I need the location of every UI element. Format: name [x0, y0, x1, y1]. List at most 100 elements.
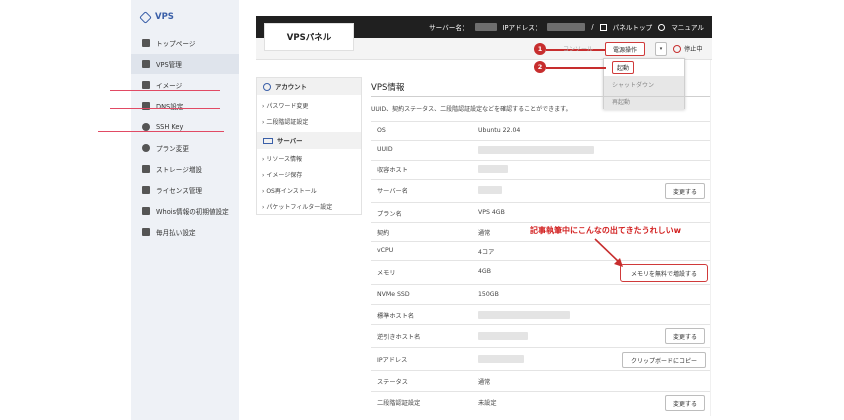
reverse-host-redacted [478, 332, 528, 340]
manual-link[interactable]: マニュアル [671, 22, 704, 32]
ip-label: IPアドレス： [502, 24, 542, 32]
row-divider [371, 324, 710, 325]
server-section-title: サーバー [277, 137, 303, 145]
sidebar-item-sshkey[interactable]: SSH Key [131, 117, 239, 137]
row-label: OS [377, 127, 386, 134]
row-value: 通常 [478, 379, 491, 386]
link-label: OS再インストール [266, 188, 317, 195]
row-label: ステータス [377, 379, 408, 386]
menu-item-start[interactable]: 起動 [604, 59, 684, 76]
row-divider [371, 202, 710, 203]
link-label: パケットフィルター設定 [266, 204, 333, 211]
server-icon [263, 137, 273, 144]
brand[interactable]: VPS [139, 10, 174, 24]
power-dropdown-toggle[interactable]: ▾ [655, 42, 667, 56]
refresh-icon [142, 144, 150, 152]
account-section-title: アカウント [275, 83, 307, 91]
console-label: コンソール [563, 46, 594, 53]
annotation-arrow [546, 67, 606, 69]
sidebar-item-plan[interactable]: プラン変更 [131, 138, 239, 158]
step-badge-label: 1 [537, 45, 543, 53]
row-label: メモリ [377, 270, 396, 277]
change-two-factor-button[interactable]: 変更する [665, 395, 705, 411]
row-label: 契約 [377, 230, 390, 237]
row-divider [371, 391, 710, 392]
annotation-arrow [594, 238, 623, 267]
sidebar-item-vps[interactable]: VPS管理 [131, 54, 239, 74]
server-name-redacted [478, 186, 502, 194]
button-label: 変更する [672, 188, 697, 196]
row-divider [371, 347, 710, 348]
change-reverse-host-button[interactable]: 変更する [665, 328, 705, 344]
sidebar-item-image[interactable]: イメージ [131, 75, 239, 95]
row-label: 逆引きホスト名 [377, 334, 421, 341]
sidebar-item-label: DNS設定 [156, 103, 184, 111]
chevron-down-icon: ▾ [659, 46, 663, 52]
home-icon [142, 39, 150, 47]
power-menu: 起動 シャットダウン 再起動 [603, 58, 685, 110]
button-label: クリップボードにコピー [630, 357, 697, 365]
server-name-redacted [474, 23, 497, 31]
sidebar-item-storage[interactable]: ストレージ増設 [131, 159, 239, 179]
sidebar-item-top[interactable]: トップページ [131, 33, 239, 53]
server-section-header: サーバー [257, 132, 361, 149]
row-divider [371, 370, 710, 371]
sidebar-item-license[interactable]: ライセンス管理 [131, 180, 239, 200]
header-separator: / [591, 23, 594, 31]
copy-to-clipboard-button[interactable]: クリップボードにコピー [622, 352, 706, 368]
image-save-link[interactable]: › イメージ保存 [262, 170, 302, 179]
link-label: イメージ保存 [266, 172, 303, 179]
row-divider [371, 179, 710, 180]
panel-logo-label: VPSパネル [286, 33, 332, 43]
highlight-line [110, 90, 220, 91]
row-value: 150GB [478, 291, 499, 298]
menu-item-label: シャットダウン [612, 82, 655, 89]
step-badge-2: 2 [534, 61, 546, 73]
windows-icon [142, 186, 150, 194]
sidebar-item-label: 毎月払い設定 [156, 229, 196, 237]
row-label: 標準ホスト名 [377, 313, 415, 320]
help-icon [658, 23, 666, 31]
server-status: 停止中 [673, 44, 703, 53]
sidebar-item-label: トップページ [156, 40, 196, 48]
power-icon [673, 44, 681, 53]
row-label: IPアドレス [377, 357, 408, 364]
link-label: リソース情報 [266, 156, 303, 163]
layers-icon [142, 81, 150, 89]
change-server-name-button[interactable]: 変更する [665, 183, 705, 199]
sidebar-item-dns[interactable]: DNS設定 [131, 96, 239, 116]
sidebar-item-label: Whois情報の初期値設定 [156, 208, 229, 216]
free-memory-upgrade-button[interactable]: メモリを無料で増設する [620, 264, 708, 282]
sidebar-item-label: ライセンス管理 [156, 187, 203, 195]
row-label: 二段階認証設定 [377, 400, 421, 407]
power-operation-label: 電源操作 [612, 46, 637, 54]
row-value: 4GB [478, 268, 491, 275]
row-divider [371, 222, 710, 223]
row-value: 通常 [478, 230, 491, 237]
row-divider [371, 121, 710, 122]
packet-filter-link[interactable]: › パケットフィルター設定 [262, 202, 332, 211]
resource-info-link[interactable]: › リソース情報 [262, 154, 302, 163]
ip-address-redacted [478, 355, 524, 363]
two-factor-link[interactable]: › 二段階認証設定 [262, 117, 308, 126]
page-description: UUID、契約ステータス、二段階認証設定などを確認することができます。 [371, 106, 572, 113]
document-icon [142, 207, 150, 215]
menu-item-label: 起動 [612, 61, 635, 74]
panel-top-link[interactable]: パネルトップ [613, 22, 653, 32]
sidebar-item-whois[interactable]: Whois情報の初期値設定 [131, 201, 239, 221]
password-change-link[interactable]: › パスワード変更 [262, 101, 308, 110]
highlight-line [98, 131, 224, 132]
button-label: 変更する [672, 400, 697, 408]
power-operation-button[interactable]: 電源操作 [605, 42, 645, 56]
menu-item-shutdown[interactable]: シャットダウン [604, 76, 684, 93]
console-button[interactable]: コンソール [563, 44, 593, 53]
os-reinstall-link[interactable]: › OS再インストール [262, 186, 317, 195]
row-divider [371, 304, 710, 305]
ip-redacted [547, 23, 586, 31]
row-value: Ubuntu 22.04 [478, 127, 521, 134]
row-value: VPS 4GB [478, 209, 505, 216]
row-value: 4コア [478, 249, 495, 256]
row-label: NVMe SSD [377, 291, 410, 298]
credit-card-icon [142, 228, 150, 236]
sidebar-item-billing[interactable]: 毎月払い設定 [131, 222, 239, 242]
